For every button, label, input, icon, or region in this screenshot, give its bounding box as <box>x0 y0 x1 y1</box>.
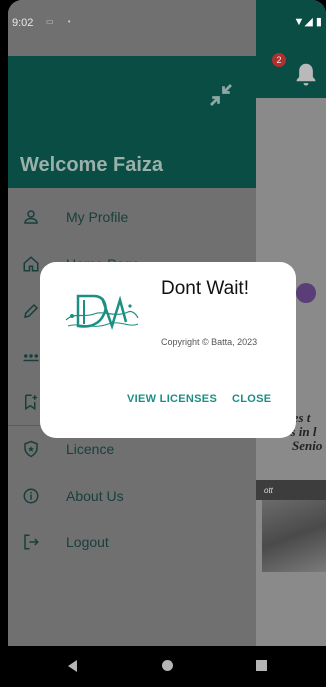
menu-item-label: My Profile <box>66 209 129 225</box>
info-icon <box>23 488 39 504</box>
password-icon <box>23 354 39 362</box>
status-bar: 9:02 ▭ • ▼◢ ▮ <box>8 0 326 56</box>
copyright-text: Copyright © Batta, 2023 <box>161 337 258 347</box>
home-icon <box>23 256 39 272</box>
menu-item-label: Licence <box>66 441 115 457</box>
welcome-title: Welcome Faiza <box>20 154 164 176</box>
status-time: 9:02 <box>12 17 34 29</box>
menu-item-label: About Us <box>66 488 124 504</box>
system-navigation-bar <box>8 646 326 687</box>
collapse-icon[interactable] <box>206 80 236 110</box>
background-strip-text: ott <box>264 486 273 495</box>
logout-icon <box>24 534 39 550</box>
pencil-icon <box>24 303 39 318</box>
menu-item-label: Logout <box>66 534 109 550</box>
background-thumbnail <box>296 283 316 303</box>
system-icons: ▼◢ ▮ <box>293 16 322 28</box>
notification-icons: ▭ • <box>46 17 77 26</box>
menu-item-logout[interactable]: Logout <box>8 522 256 562</box>
recent-apps-icon[interactable] <box>256 660 267 671</box>
bookmark-add-icon <box>25 394 37 411</box>
background-strip: ott <box>256 480 326 500</box>
bell-icon[interactable] <box>291 60 321 90</box>
background-text-line: Senio <box>292 438 323 453</box>
menu-item-my-profile[interactable]: My Profile <box>8 197 256 237</box>
view-licenses-button[interactable]: VIEW LICENSES <box>127 393 217 405</box>
home-button-icon[interactable] <box>162 660 173 671</box>
person-icon <box>24 210 38 224</box>
license-dialog: Dont Wait! Copyright © Batta, 2023 VIEW … <box>40 262 296 438</box>
app-logo-icon <box>65 294 139 330</box>
back-icon[interactable] <box>68 660 77 672</box>
shield-star-icon <box>24 440 38 458</box>
menu-item-about-us[interactable]: About Us <box>8 476 256 516</box>
close-button[interactable]: CLOSE <box>232 393 271 405</box>
background-image <box>262 500 326 572</box>
dialog-title: Dont Wait! <box>161 278 249 299</box>
